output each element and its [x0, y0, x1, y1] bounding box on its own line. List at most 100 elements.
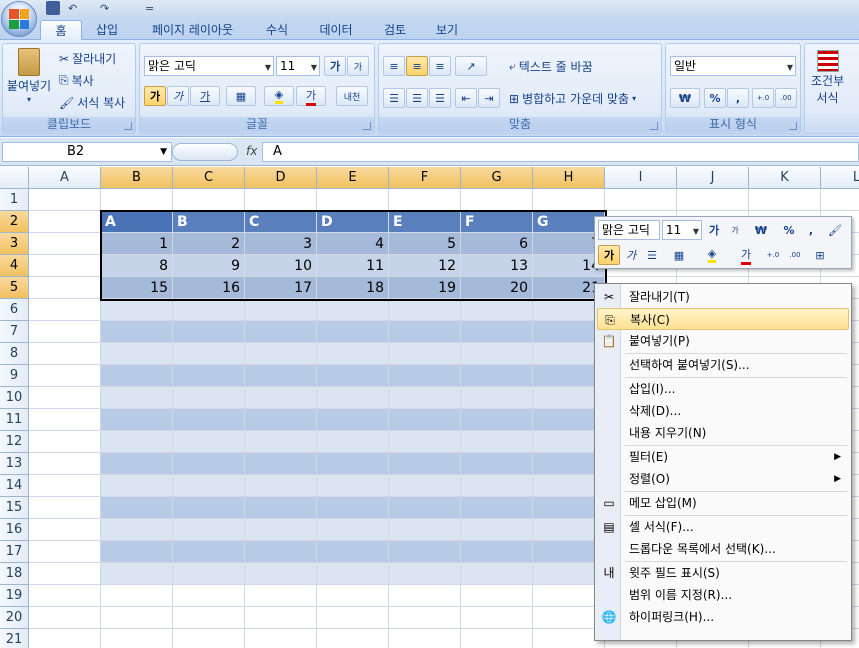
column-header-k[interactable]: K [749, 167, 821, 189]
cell[interactable] [173, 519, 245, 541]
menu-item[interactable]: 🌐 하이퍼링크(H)... [597, 606, 849, 628]
cell[interactable] [461, 321, 533, 343]
cell[interactable] [245, 475, 317, 497]
row-header-17[interactable]: 17 [0, 541, 29, 563]
column-header-h[interactable]: H [533, 167, 605, 189]
shrink-font-button[interactable]: 가 [347, 56, 369, 76]
undo-icon[interactable]: ↶ [68, 1, 77, 15]
cell[interactable] [29, 607, 101, 629]
align-left-button[interactable]: ☰ [383, 88, 405, 108]
comma-button[interactable]: , [727, 88, 749, 108]
menu-item[interactable]: 내용 지우기(N) [597, 422, 849, 444]
cell[interactable]: 18 [317, 277, 389, 299]
menu-item[interactable]: ✂ 잘라내기(T) [597, 286, 849, 308]
name-box[interactable]: B2 ▼ [2, 142, 172, 162]
cell[interactable] [101, 541, 173, 563]
cell[interactable] [29, 475, 101, 497]
cell[interactable] [29, 189, 101, 211]
cell[interactable] [101, 431, 173, 453]
cell[interactable] [461, 563, 533, 585]
cell[interactable]: 6 [461, 233, 533, 255]
row-header-12[interactable]: 12 [0, 431, 29, 453]
cell[interactable] [101, 365, 173, 387]
cell[interactable]: 12 [389, 255, 461, 277]
column-header-f[interactable]: F [389, 167, 461, 189]
column-header-j[interactable]: J [677, 167, 749, 189]
tab-home[interactable]: 홈 [40, 20, 82, 40]
underline-button[interactable]: 가 [190, 86, 220, 106]
cell[interactable] [461, 607, 533, 629]
cell[interactable]: B [173, 211, 245, 233]
align-top-button[interactable]: ≡ [383, 56, 405, 76]
menu-item[interactable]: 정렬(O) ▶ [597, 468, 849, 490]
cell[interactable] [461, 431, 533, 453]
menu-item[interactable]: 삽입(I)... [597, 378, 849, 400]
cell[interactable] [317, 409, 389, 431]
cell[interactable] [389, 497, 461, 519]
cell[interactable]: D [317, 211, 389, 233]
row-header-3[interactable]: 3 [0, 233, 29, 255]
menu-item[interactable]: ⎘ 복사(C) [597, 308, 849, 330]
tab-formulas[interactable]: 수식 [252, 20, 302, 40]
cell[interactable] [245, 321, 317, 343]
cell[interactable] [389, 585, 461, 607]
mini-bold-button[interactable]: 가 [598, 245, 620, 265]
column-header-b[interactable]: B [101, 167, 173, 189]
cell[interactable] [389, 519, 461, 541]
row-header-14[interactable]: 14 [0, 475, 29, 497]
mini-center-button[interactable]: ☰ [642, 245, 662, 265]
cell[interactable] [317, 189, 389, 211]
cell[interactable] [173, 497, 245, 519]
cell[interactable]: F [461, 211, 533, 233]
cell[interactable] [29, 321, 101, 343]
italic-button[interactable]: 가 [167, 86, 189, 106]
cell[interactable] [101, 453, 173, 475]
mini-font-combo[interactable]: 맑은 고딕 [598, 220, 660, 240]
number-format-combo[interactable]: 일반 ▼ [670, 56, 796, 76]
cell[interactable] [317, 607, 389, 629]
cell[interactable]: 17 [245, 277, 317, 299]
mini-format-painter-button[interactable]: 🖌 [823, 220, 847, 240]
cell[interactable] [29, 365, 101, 387]
cell[interactable] [389, 541, 461, 563]
insert-function-icon[interactable]: fx [246, 144, 257, 158]
cell[interactable] [389, 453, 461, 475]
cell[interactable] [389, 409, 461, 431]
cell[interactable] [317, 563, 389, 585]
paste-button[interactable]: 붙여넣기 ▾ [7, 48, 51, 104]
row-header-7[interactable]: 7 [0, 321, 29, 343]
row-header-20[interactable]: 20 [0, 607, 29, 629]
cell[interactable] [389, 475, 461, 497]
cell[interactable] [245, 409, 317, 431]
row-header-18[interactable]: 18 [0, 563, 29, 585]
column-header-i[interactable]: I [605, 167, 677, 189]
cell[interactable] [389, 321, 461, 343]
cell[interactable]: 13 [461, 255, 533, 277]
cell[interactable] [173, 387, 245, 409]
cell[interactable] [461, 519, 533, 541]
bold-button[interactable]: 가 [144, 86, 166, 106]
cell[interactable] [101, 497, 173, 519]
row-header-8[interactable]: 8 [0, 343, 29, 365]
cell[interactable] [317, 299, 389, 321]
cell[interactable] [101, 475, 173, 497]
borders-button[interactable]: ▦ [226, 86, 256, 106]
cell[interactable] [677, 189, 749, 211]
cell[interactable] [821, 189, 859, 211]
cell[interactable]: 4 [317, 233, 389, 255]
cell[interactable] [101, 585, 173, 607]
cell[interactable] [29, 453, 101, 475]
cell[interactable]: 1 [101, 233, 173, 255]
menu-item[interactable]: 삭제(D)... [597, 400, 849, 422]
conditional-format-button[interactable]: 조건부 서식 [811, 50, 844, 106]
column-header-g[interactable]: G [461, 167, 533, 189]
mini-currency-button[interactable]: ₩ [747, 220, 775, 240]
cell[interactable]: 2 [173, 233, 245, 255]
cell[interactable] [317, 497, 389, 519]
cell[interactable] [461, 475, 533, 497]
cell[interactable] [317, 387, 389, 409]
row-header-10[interactable]: 10 [0, 387, 29, 409]
cell[interactable] [461, 387, 533, 409]
column-header-e[interactable]: E [317, 167, 389, 189]
menu-item[interactable]: 내 윗주 필드 표시(S) [597, 562, 849, 584]
